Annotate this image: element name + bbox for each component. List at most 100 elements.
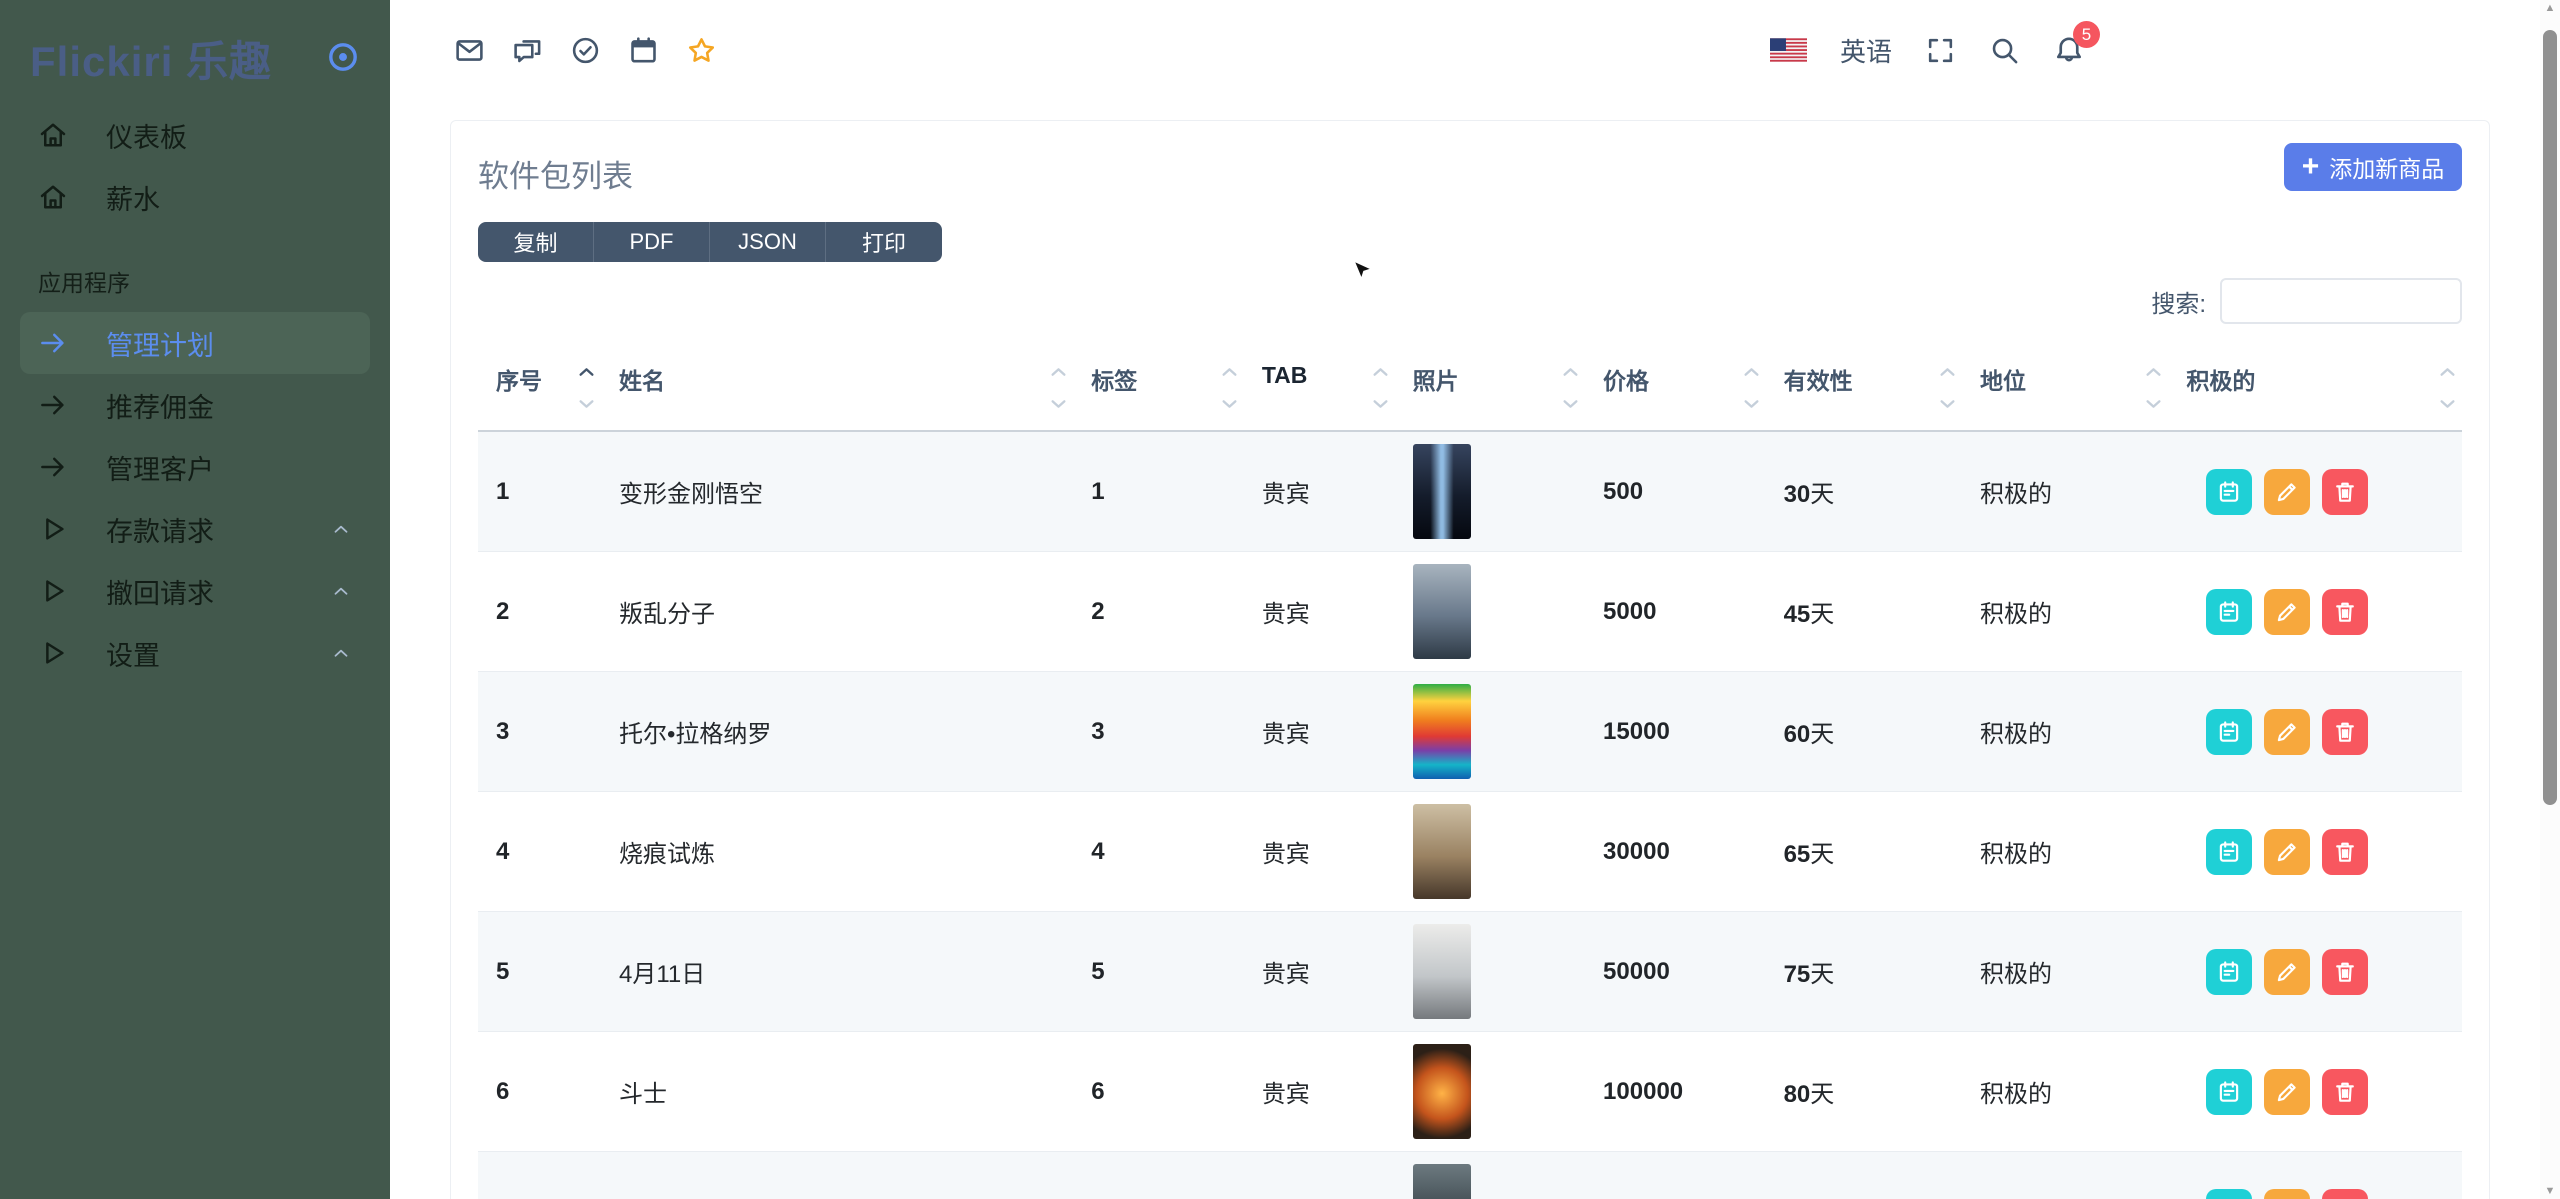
view-button[interactable] (2206, 709, 2252, 755)
sort-desc-icon[interactable] (1562, 398, 1579, 410)
column-header-actions[interactable]: 积极的 (2168, 360, 2462, 431)
play-icon (38, 576, 68, 606)
sidebar-item-薪水[interactable]: 薪水 (0, 166, 390, 228)
pencil-icon (2274, 959, 2300, 985)
cell-price: 50000 (1585, 912, 1766, 1032)
export-button-复制[interactable]: 复制 (478, 222, 594, 262)
delete-button[interactable] (2322, 709, 2368, 755)
sort-desc-icon[interactable] (1050, 398, 1067, 410)
notification-badge: 5 (2073, 21, 2100, 48)
export-button-打印[interactable]: 打印 (826, 222, 942, 262)
sort-desc-icon[interactable] (1221, 398, 1238, 410)
column-header-tab[interactable]: TAB (1244, 360, 1395, 431)
cell-status: 积极的 (1962, 431, 2168, 552)
view-button[interactable] (2206, 469, 2252, 515)
sort-asc-icon[interactable] (2145, 366, 2162, 378)
export-button-JSON[interactable]: JSON (710, 222, 826, 262)
sidebar-item-存款请求[interactable]: 存款请求 (0, 498, 390, 560)
cell-validity: 80天 (1766, 1032, 1962, 1152)
scrollbar: ▲ ▼ (2540, 0, 2560, 1199)
cell-validity: 30天 (1766, 431, 1962, 552)
sort-asc-icon[interactable] (1562, 366, 1579, 378)
sort-desc-icon[interactable] (578, 398, 595, 410)
sidebar-item-仪表板[interactable]: 仪表板 (0, 104, 390, 166)
sort-desc-icon[interactable] (1939, 398, 1956, 410)
arrow-right-icon (38, 390, 68, 420)
cell-price: 100000 (1585, 1032, 1766, 1152)
delete-button[interactable] (2322, 1069, 2368, 1115)
sort-asc-icon[interactable] (1050, 366, 1067, 378)
us-flag-icon[interactable] (1770, 38, 1807, 62)
arrow-right-icon (38, 328, 68, 358)
column-header-validity[interactable]: 有效性 (1766, 360, 1962, 431)
sort-asc-icon[interactable] (1221, 366, 1238, 378)
cell-tag: 1 (1073, 431, 1244, 552)
star-icon[interactable] (686, 35, 717, 66)
sort-desc-icon[interactable] (2439, 398, 2456, 410)
cell-actions (2168, 672, 2462, 792)
edit-button[interactable] (2264, 949, 2310, 995)
sort-asc-icon[interactable] (1743, 366, 1760, 378)
sidebar-item-推荐佣金[interactable]: 推荐佣金 (0, 374, 390, 436)
delete-button[interactable] (2322, 469, 2368, 515)
sort-desc-icon[interactable] (1743, 398, 1760, 410)
cell-tag: 6 (1073, 1032, 1244, 1152)
scroll-down-arrow-icon[interactable]: ▼ (2540, 1185, 2560, 1197)
home-icon (38, 120, 68, 150)
sort-desc-icon[interactable] (2145, 398, 2162, 410)
column-label: 姓名 (619, 368, 665, 394)
envelope-icon[interactable] (454, 35, 485, 66)
language-label[interactable]: 英语 (1840, 32, 1892, 69)
column-header-sn[interactable]: 序号 (478, 360, 601, 431)
cell-actions (2168, 792, 2462, 912)
sidebar-item-管理客户[interactable]: 管理客户 (0, 436, 390, 498)
sidebar-item-设置[interactable]: 设置 (0, 622, 390, 684)
bell-icon[interactable]: 5 (2053, 34, 2085, 66)
sort-asc-icon[interactable] (2439, 366, 2456, 378)
column-header-status[interactable]: 地位 (1962, 360, 2168, 431)
sidebar-item-管理计划[interactable]: 管理计划 (20, 312, 370, 374)
scroll-up-arrow-icon[interactable]: ▲ (2540, 2, 2560, 14)
circle-dot-icon[interactable] (326, 40, 360, 74)
edit-button[interactable] (2264, 469, 2310, 515)
column-label: 积极的 (2186, 368, 2255, 394)
edit-button[interactable] (2264, 1069, 2310, 1115)
edit-button[interactable] (2264, 1189, 2310, 1199)
calendar-note-icon (2216, 599, 2242, 625)
fullscreen-icon[interactable] (1925, 35, 1956, 66)
export-button-PDF[interactable]: PDF (594, 222, 710, 262)
column-header-tag[interactable]: 标签 (1073, 360, 1244, 431)
view-button[interactable] (2206, 1189, 2252, 1199)
column-header-name[interactable]: 姓名 (601, 360, 1073, 431)
scrollbar-thumb[interactable] (2543, 30, 2557, 805)
cell-photo (1395, 431, 1585, 552)
sort-desc-icon[interactable] (1372, 398, 1389, 410)
delete-button[interactable] (2322, 829, 2368, 875)
view-button[interactable] (2206, 949, 2252, 995)
edit-button[interactable] (2264, 709, 2310, 755)
delete-button[interactable] (2322, 1189, 2368, 1199)
edit-button[interactable] (2264, 589, 2310, 635)
view-button[interactable] (2206, 829, 2252, 875)
cell-name: 4月11日 (601, 912, 1073, 1032)
check-circle-icon[interactable] (570, 35, 601, 66)
sidebar-item-撤回请求[interactable]: 撤回请求 (0, 560, 390, 622)
cell-actions (2168, 552, 2462, 672)
edit-button[interactable] (2264, 829, 2310, 875)
column-header-price[interactable]: 价格 (1585, 360, 1766, 431)
sort-asc-icon[interactable] (1372, 366, 1389, 378)
app-logo[interactable]: Flickiri 乐趣 (30, 28, 272, 89)
add-new-item-button[interactable]: + 添加新商品 (2284, 143, 2462, 191)
column-header-photo[interactable]: 照片 (1395, 360, 1585, 431)
delete-button[interactable] (2322, 589, 2368, 635)
calendar-icon[interactable] (628, 35, 659, 66)
chat-icon[interactable] (512, 35, 543, 66)
delete-button[interactable] (2322, 949, 2368, 995)
search-input[interactable] (2220, 278, 2462, 324)
cell-tag: 5 (1073, 912, 1244, 1032)
search-icon[interactable] (1989, 35, 2020, 66)
view-button[interactable] (2206, 1069, 2252, 1115)
sort-asc-icon[interactable] (578, 366, 595, 378)
sort-asc-icon[interactable] (1939, 366, 1956, 378)
view-button[interactable] (2206, 589, 2252, 635)
